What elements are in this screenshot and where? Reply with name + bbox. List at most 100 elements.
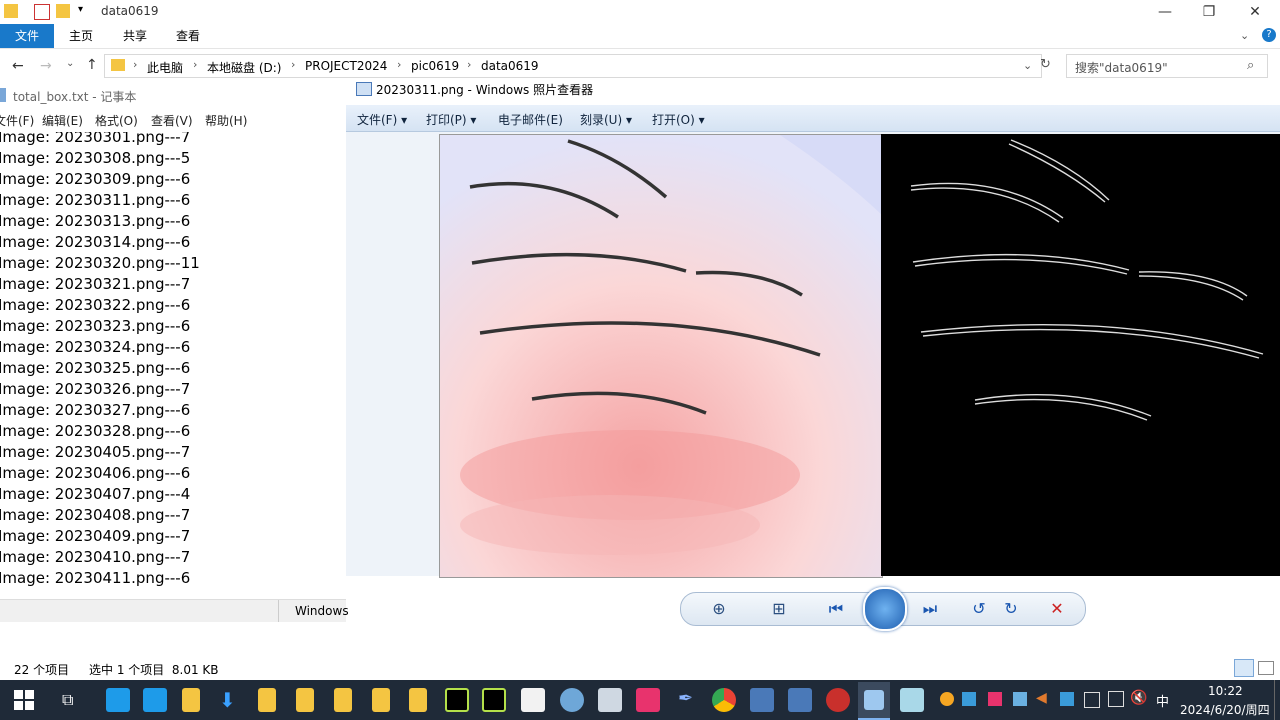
breadcrumb-drive-d[interactable]: 本地磁盘 (D:) [207,59,281,76]
notepad-status-text: Windows [295,604,349,618]
text-line: Image: 20230408.png---7 [0,506,191,524]
next-icon[interactable]: ⏭ [915,597,945,621]
app-icon-8[interactable] [826,688,850,712]
show-desktop-button[interactable] [1274,680,1275,720]
address-bar[interactable]: › 此电脑 › 本地磁盘 (D:) › PROJECT2024 › pic061… [104,54,1042,78]
chrome-icon[interactable] [712,688,736,712]
photo-viewer-title: 20230311.png - Windows 照片查看器 [376,83,594,97]
tab-home[interactable]: 主页 [55,24,107,48]
pycharm-icon[interactable] [482,688,506,712]
previous-icon[interactable]: ⏮ [821,597,851,621]
recent-dropdown-icon[interactable]: ⌄ [66,58,74,69]
new-folder-icon[interactable] [56,4,70,18]
folder-icon[interactable] [334,688,352,712]
item-count: 22 个项目 [14,663,70,677]
text-line: Image: 20230410.png---7 [0,548,191,566]
folder-icon[interactable] [296,688,314,712]
windows-start-icon[interactable] [14,690,34,710]
tab-share[interactable]: 共享 [109,24,161,48]
address-dropdown-icon[interactable]: ⌄ [1023,59,1032,72]
rotate-left-icon[interactable]: ↺ [967,597,991,621]
text-line: Image: 20230311.png---6 [0,191,191,209]
text-line: Image: 20230323.png---6 [0,317,191,335]
app-icon-1[interactable] [106,688,130,712]
task-view-icon[interactable]: ⧉ [62,690,73,710]
menu-help[interactable]: 帮助(H) [205,112,247,129]
breadcrumb-data0619[interactable]: data0619 [481,59,539,73]
speaker-icon[interactable]: ◀ [1036,690,1047,706]
menu-file[interactable]: 文件(F) [0,112,34,129]
wifi-icon[interactable] [1108,691,1124,707]
tray-icon-1[interactable] [940,692,954,706]
breadcrumb-project2024[interactable]: PROJECT2024 [305,59,387,73]
minimize-button[interactable]: — [1150,2,1180,22]
viewer-menu-open[interactable]: 打开(O) ▾ [652,111,705,128]
network-icon[interactable] [1084,692,1100,708]
app-icon-3[interactable] [521,688,545,712]
pen-icon[interactable]: ✒ [678,688,693,709]
slideshow-button[interactable] [863,587,907,631]
tab-file[interactable]: 文件 [0,24,55,48]
search-input[interactable]: 搜索"data0619" ⌕ [1066,54,1268,78]
viewer-menu-burn[interactable]: 刻录(U) ▾ [580,111,632,128]
app-icon-4[interactable] [598,688,622,712]
tray-icon-5[interactable] [1060,692,1074,706]
back-icon[interactable]: ← [12,58,24,74]
notepad-text-area[interactable]: Image: 20230301.png---7 Image: 20230308.p… [0,132,346,598]
zoom-icon[interactable]: ⊕ [707,597,731,621]
ribbon-expand-icon[interactable]: ⌄ [1240,29,1249,42]
tray-icon-4[interactable] [1013,692,1027,706]
large-icons-view-icon[interactable] [1258,661,1274,675]
search-icon[interactable]: ⌕ [1247,58,1254,73]
refresh-icon[interactable]: ↻ [1040,57,1051,72]
breadcrumb-pic0619[interactable]: pic0619 [411,59,459,73]
viewer-menu-email[interactable]: 电子邮件(E) [498,111,563,128]
menu-view[interactable]: 查看(V) [151,112,193,129]
quick-access-dropdown-icon[interactable]: ▾ [78,4,83,15]
clock-date[interactable]: 2024/6/20/周四 [1180,701,1270,718]
notepad-title: total_box.txt - 记事本 [13,90,137,104]
folder-icon [111,59,125,71]
text-line: Image: 20230321.png---7 [0,275,191,293]
ime-indicator[interactable]: 中 [1156,691,1169,710]
text-line: Image: 20230309.png---6 [0,170,191,188]
up-icon[interactable]: ↑ [86,57,98,73]
ribbon: 文件 主页 共享 查看 ⌄ ? [0,24,1280,49]
download-icon[interactable]: ⬇ [219,688,236,712]
rotate-right-icon[interactable]: ↻ [999,597,1023,621]
tray-icon-2[interactable] [962,692,976,706]
folder-icon[interactable] [182,688,200,712]
tab-view[interactable]: 查看 [162,24,214,48]
text-line: Image: 20230324.png---6 [0,338,191,356]
notepad-title-bar: total_box.txt - 记事本 [0,84,346,106]
text-line: Image: 20230326.png---7 [0,380,191,398]
breadcrumb-this-pc[interactable]: 此电脑 [147,59,183,76]
delete-icon[interactable]: ✕ [1045,597,1069,621]
app-icon-9[interactable] [900,688,924,712]
volume-icon[interactable]: 🔇 [1130,690,1147,706]
notepad-status-bar: Windows [0,599,349,622]
folder-icon[interactable] [372,688,390,712]
app-icon-2[interactable] [143,688,167,712]
app-icon-7[interactable] [788,688,812,712]
app-icon-5[interactable] [636,688,660,712]
clock-time[interactable]: 10:22 [1208,684,1243,698]
menu-format[interactable]: 格式(O) [95,112,138,129]
menu-edit[interactable]: 编辑(E) [42,112,83,129]
maximize-button[interactable]: ❐ [1194,2,1224,22]
text-line: Image: 20230409.png---7 [0,527,191,545]
tray-icon-3[interactable] [988,692,1002,706]
pycharm-icon[interactable] [445,688,469,712]
viewer-menu-print[interactable]: 打印(P) ▾ [426,111,476,128]
paint-icon[interactable] [560,688,584,712]
properties-icon[interactable] [34,4,50,20]
app-icon-6[interactable] [750,688,774,712]
forward-icon[interactable]: → [40,58,52,74]
actual-size-icon[interactable]: ⊞ [767,597,791,621]
close-button[interactable]: ✕ [1240,2,1270,22]
folder-icon[interactable] [258,688,276,712]
help-icon[interactable]: ? [1262,28,1276,42]
folder-icon[interactable] [409,688,427,712]
details-view-icon[interactable] [1234,659,1254,677]
viewer-menu-file[interactable]: 文件(F) ▾ [357,111,407,128]
